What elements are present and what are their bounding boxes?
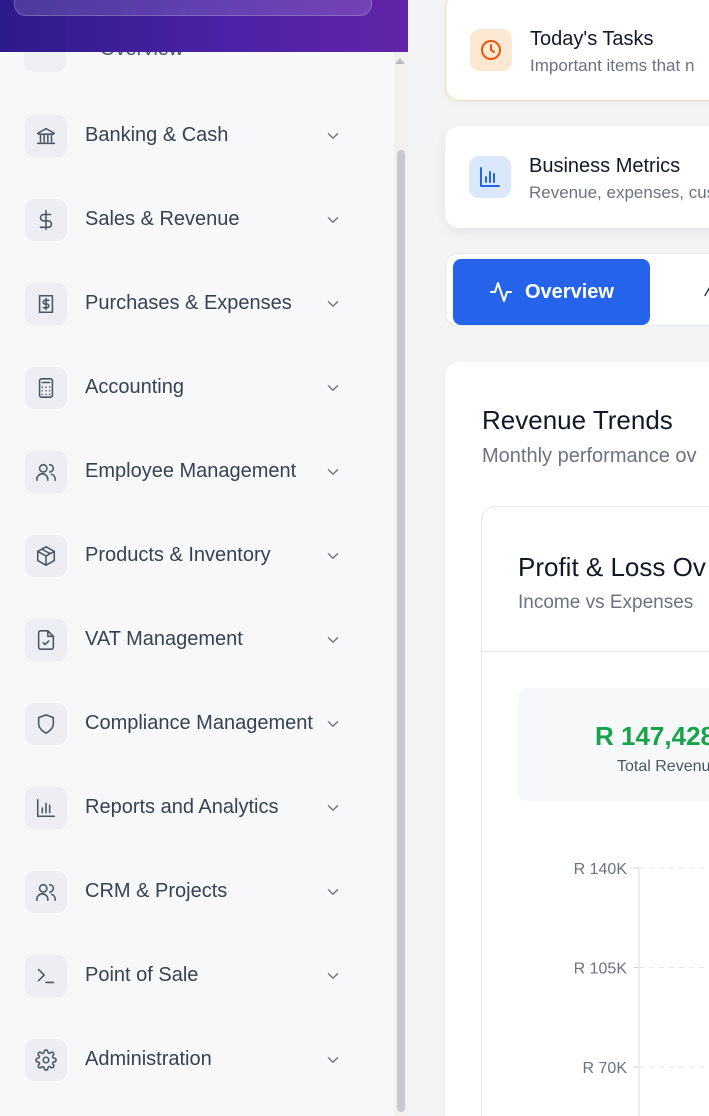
sidebar-item-label: Sales & Revenue bbox=[85, 208, 240, 230]
card-title: Today's Tasks bbox=[530, 28, 654, 50]
main-content: Today's Tasks Important items that n Bus… bbox=[408, 0, 709, 1116]
chevron-down-icon[interactable] bbox=[324, 379, 342, 397]
sidebar-item-sales[interactable]: Sales & Revenue bbox=[0, 178, 394, 262]
section-title: Revenue Trends bbox=[482, 405, 673, 435]
card-title: Profit & Loss Ov bbox=[518, 552, 706, 582]
package-icon bbox=[25, 535, 67, 577]
bar-chart-icon bbox=[25, 787, 67, 829]
stat-value: R 147,428 bbox=[595, 721, 709, 751]
sidebar-item-accounting[interactable]: Accounting bbox=[0, 346, 394, 430]
profit-loss-card: Profit & Loss Ov Income vs Expenses R 14… bbox=[481, 506, 709, 1116]
total-revenue-stat: R 147,428 Total Revenu bbox=[518, 688, 709, 801]
company-switcher[interactable] bbox=[14, 0, 372, 16]
sidebar-item-label: Products & Inventory bbox=[85, 544, 271, 566]
sidebar-item-purchases[interactable]: Purchases & Expenses bbox=[0, 262, 394, 346]
business-metrics-card[interactable]: Business Metrics Revenue, expenses, cus bbox=[445, 126, 709, 228]
users-icon bbox=[25, 871, 67, 913]
y-tick-label: R 140K bbox=[574, 861, 628, 878]
sidebar-item-vat[interactable]: VAT Management bbox=[0, 598, 394, 682]
chevron-down-icon[interactable] bbox=[324, 211, 342, 229]
tab-label: Overview bbox=[525, 280, 614, 303]
chevron-down-icon[interactable] bbox=[324, 631, 342, 649]
clock-icon bbox=[470, 29, 512, 71]
chevron-down-icon[interactable] bbox=[324, 715, 342, 733]
sidebar-item-label: Purchases & Expenses bbox=[85, 292, 292, 314]
card-subtitle: Revenue, expenses, cus bbox=[529, 183, 709, 202]
activity-icon bbox=[490, 282, 512, 302]
todays-tasks-card[interactable]: Today's Tasks Important items that n bbox=[445, 0, 709, 101]
sidebar-item-pos[interactable]: Point of Sale bbox=[0, 934, 394, 1018]
sidebar-header bbox=[0, 0, 408, 52]
dashboard-tabs: Overview bbox=[445, 253, 709, 326]
sidebar-item-label: Compliance Management bbox=[85, 712, 313, 734]
sidebar-item-products[interactable]: Products & Inventory bbox=[0, 514, 394, 598]
sidebar-item-label: CRM & Projects bbox=[85, 880, 228, 902]
sidebar-item-banking[interactable]: Banking & Cash bbox=[0, 94, 394, 178]
chevron-down-icon[interactable] bbox=[324, 295, 342, 313]
revenue-trends-section: Revenue Trends Monthly performance ov Pr… bbox=[445, 362, 709, 1116]
scroll-up-arrow-icon[interactable] bbox=[395, 58, 405, 64]
sidebar: Overview Banking & Cash Sales & Revenue … bbox=[0, 0, 408, 1116]
receipt-icon bbox=[25, 283, 67, 325]
card-title: Business Metrics bbox=[529, 155, 681, 177]
section-subtitle: Monthly performance ov bbox=[482, 445, 697, 467]
terminal-icon bbox=[25, 955, 67, 997]
profit-loss-chart: R 140K R 105K R 70K bbox=[574, 861, 709, 1116]
sidebar-item-compliance[interactable]: Compliance Management bbox=[0, 682, 394, 766]
tab-overview[interactable]: Overview bbox=[453, 259, 650, 325]
sidebar-item-label: Employee Management bbox=[85, 460, 297, 482]
card-subtitle: Income vs Expenses bbox=[518, 592, 694, 613]
chevron-down-icon[interactable] bbox=[324, 127, 342, 145]
sidebar-item-label: Point of Sale bbox=[85, 964, 199, 986]
tab-next-icon[interactable] bbox=[702, 282, 709, 300]
sidebar-item-label: VAT Management bbox=[85, 628, 243, 650]
sidebar-item-label: Administration bbox=[85, 1048, 212, 1070]
sidebar-item-reports[interactable]: Reports and Analytics bbox=[0, 766, 394, 850]
chevron-down-icon[interactable] bbox=[324, 967, 342, 985]
gear-icon bbox=[25, 1039, 67, 1081]
dollar-icon bbox=[25, 199, 67, 241]
card-subtitle: Important items that n bbox=[530, 56, 695, 75]
sidebar-nav: Banking & Cash Sales & Revenue Purchases… bbox=[0, 94, 394, 1102]
chevron-down-icon[interactable] bbox=[324, 1051, 342, 1069]
chevron-down-icon[interactable] bbox=[324, 463, 342, 481]
file-check-icon bbox=[25, 619, 67, 661]
divider bbox=[482, 651, 709, 652]
sidebar-item-label: Reports and Analytics bbox=[85, 796, 279, 818]
sidebar-item-label: Accounting bbox=[85, 376, 184, 398]
y-tick-label: R 105K bbox=[574, 961, 628, 978]
bank-icon bbox=[25, 115, 67, 157]
sidebar-item-employees[interactable]: Employee Management bbox=[0, 430, 394, 514]
y-tick-label: R 70K bbox=[583, 1060, 628, 1077]
users-icon bbox=[25, 451, 67, 493]
sidebar-item-administration[interactable]: Administration bbox=[0, 1018, 394, 1102]
sidebar-item-label: Banking & Cash bbox=[85, 124, 229, 146]
chevron-down-icon[interactable] bbox=[324, 547, 342, 565]
sidebar-item-crm[interactable]: CRM & Projects bbox=[0, 850, 394, 934]
sidebar-scrollbar-thumb[interactable] bbox=[397, 150, 405, 1112]
chevron-down-icon[interactable] bbox=[324, 799, 342, 817]
calculator-icon bbox=[25, 367, 67, 409]
stat-label: Total Revenu bbox=[617, 758, 709, 775]
shield-icon bbox=[25, 703, 67, 745]
bar-chart-icon bbox=[469, 156, 511, 198]
chevron-down-icon[interactable] bbox=[324, 883, 342, 901]
